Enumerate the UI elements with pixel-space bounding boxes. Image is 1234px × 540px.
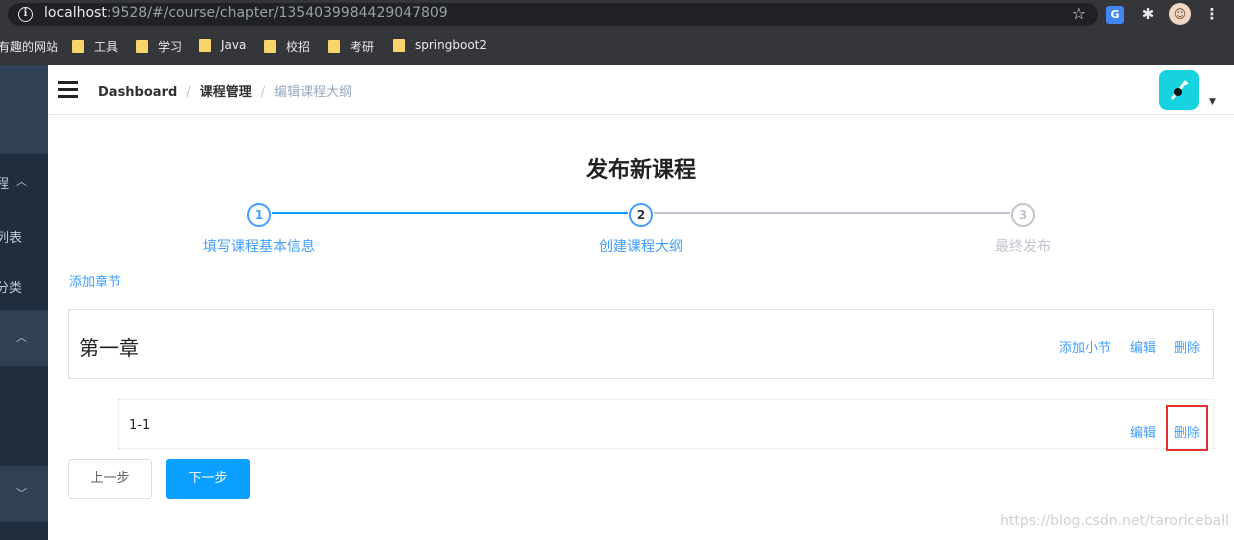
- browser-chrome: i localhost:9528/#/course/chapter/135403…: [0, 0, 1234, 65]
- step-1-circle: 1: [247, 203, 271, 227]
- step-2-circle: 2: [629, 203, 653, 227]
- caret-down-icon[interactable]: ▼: [1209, 97, 1216, 107]
- sidebar-submenu-3-items: [0, 522, 48, 540]
- address-url[interactable]: localhost:9528/#/course/chapter/13540399…: [44, 5, 448, 21]
- step-3-label: 最终发布: [995, 239, 1051, 255]
- step-2-label: 创建课程大纲: [599, 239, 683, 255]
- previous-step-button[interactable]: 上一步: [68, 459, 152, 499]
- folder-icon: [393, 38, 405, 52]
- url-path: :9528/#/course/chapter/13540399844290478…: [106, 5, 448, 21]
- bookmark-item[interactable]: 考研: [328, 38, 374, 55]
- step-connector-pending: [654, 212, 1010, 214]
- url-host: localhost: [44, 5, 107, 21]
- info-icon[interactable]: i: [18, 7, 33, 22]
- bookmark-item[interactable]: 有趣的网站: [0, 38, 58, 55]
- address-bar[interactable]: i localhost:9528/#/course/chapter/135403…: [8, 3, 1098, 26]
- folder-icon: [264, 40, 276, 53]
- highlight-box: [1166, 405, 1208, 451]
- edit-section-button[interactable]: 编辑: [1130, 422, 1156, 441]
- folder-icon: [72, 40, 84, 53]
- navbar: Dashboard / 课程管理 / 编辑课程大纲 ▼: [48, 65, 1234, 115]
- breadcrumb-current: 编辑课程大纲: [274, 85, 353, 100]
- sidebar-submenu-items: 列表 分类: [0, 210, 48, 310]
- bookmark-item[interactable]: 学习: [136, 38, 182, 55]
- sidebar: 程 ︿ 列表 分类 ︿ ﹀: [0, 65, 48, 540]
- chapter-title: 第一章: [79, 336, 139, 360]
- bookmark-item[interactable]: Java: [199, 38, 246, 52]
- sidebar-item-category[interactable]: 分类: [0, 277, 22, 296]
- user-avatar[interactable]: [1159, 70, 1199, 110]
- bookmark-item[interactable]: 校招: [264, 38, 310, 55]
- sidebar-submenu-2-items: [0, 366, 48, 466]
- folder-icon: [328, 40, 340, 53]
- avatar-figure-icon: [1170, 80, 1189, 100]
- hamburger-menu-icon[interactable]: [58, 81, 78, 98]
- next-step-button[interactable]: 下一步: [166, 459, 250, 499]
- edit-chapter-button[interactable]: 编辑: [1130, 337, 1156, 356]
- sidebar-submenu-3[interactable]: ﹀: [0, 466, 48, 522]
- page-title: 发布新课程: [585, 158, 696, 183]
- chevron-up-icon: ︿: [16, 175, 27, 188]
- step-1-label: 填写课程基本信息: [203, 239, 315, 255]
- breadcrumb: Dashboard / 课程管理 / 编辑课程大纲: [98, 81, 352, 100]
- add-chapter-link[interactable]: 添加章节: [69, 271, 121, 290]
- extensions-puzzle-icon[interactable]: ✱: [1137, 3, 1159, 25]
- section-item: 1-1 编辑 删除: [118, 399, 1214, 449]
- bookmark-item[interactable]: springboot2: [393, 38, 487, 52]
- folder-icon: [136, 40, 148, 53]
- chevron-up-icon: ︿: [16, 331, 27, 344]
- section-title: 1-1: [129, 418, 151, 433]
- sidebar-item-label: 程: [0, 177, 10, 192]
- breadcrumb-separator: /: [260, 85, 266, 100]
- breadcrumb-dashboard[interactable]: Dashboard: [98, 85, 177, 100]
- bookmark-star-icon[interactable]: ☆: [1072, 4, 1086, 23]
- translate-extension-icon[interactable]: G: [1106, 6, 1124, 24]
- sidebar-item-list[interactable]: 列表: [0, 227, 22, 246]
- profile-avatar-icon[interactable]: ☺: [1169, 3, 1191, 25]
- chevron-down-icon: ﹀: [16, 487, 27, 500]
- browser-menu-icon[interactable]: ⋮: [1201, 3, 1223, 25]
- breadcrumb-course-management[interactable]: 课程管理: [200, 85, 252, 100]
- bookmark-item[interactable]: 工具: [72, 38, 118, 55]
- sidebar-submenu-course[interactable]: 程 ︿: [0, 154, 48, 210]
- sidebar-submenu-2[interactable]: ︿: [0, 310, 48, 366]
- delete-chapter-button[interactable]: 删除: [1174, 337, 1200, 356]
- watermark: https://blog.csdn.net/taroriceball: [1000, 513, 1230, 529]
- step-connector-done: [272, 212, 628, 214]
- folder-icon: [199, 38, 211, 52]
- breadcrumb-separator: /: [186, 85, 191, 100]
- chapter-item: 第一章 添加小节 编辑 删除: [68, 309, 1214, 379]
- add-section-button[interactable]: 添加小节: [1059, 337, 1111, 356]
- step-3-circle: 3: [1011, 203, 1035, 227]
- bookmarks-bar: 有趣的网站 工具 学习 Java 校招 考研 springboot2: [0, 34, 1234, 58]
